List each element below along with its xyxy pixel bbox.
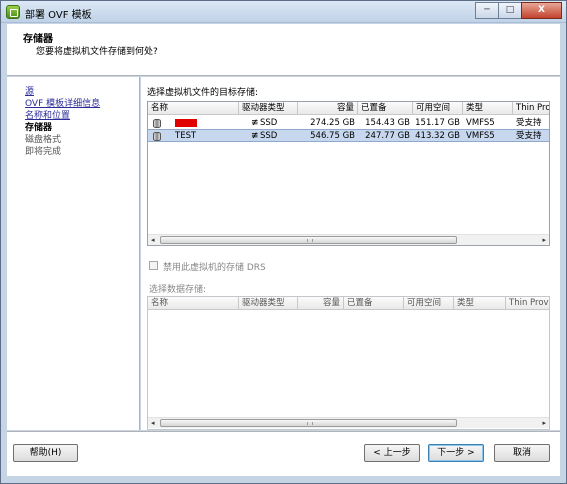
col-name[interactable]: 名称 [148, 297, 239, 310]
cell-capacity: 546.75 GB [310, 131, 355, 141]
redacted-name [175, 119, 197, 127]
datastore-icon [153, 119, 161, 128]
wizard-steps: 源 OVF 模板详细信息 名称和位置 存储器 磁盘格式 即将完成 [7, 77, 140, 430]
disable-drs-label: 禁用此虚拟机的存储 DRS [163, 263, 266, 273]
col-provisioned[interactable]: 已置备 [344, 297, 404, 310]
vsphere-app-icon [6, 5, 20, 19]
storage-table-header: 名称 驱动器类型 容量 已置备 可用空间 类型 Thin Provi [148, 102, 549, 115]
col-provisioned[interactable]: 已置备 [358, 102, 413, 115]
storage-panel: 选择虚拟机文件的目标存储: 名称 驱动器类型 容量 已置备 可用空间 类型 Th… [141, 77, 560, 430]
step-ready-to-complete: 即将完成 [25, 147, 62, 157]
minimize-button[interactable]: ─ [475, 2, 499, 19]
datastore-table-header: 名称 驱动器类型 容量 已置备 可用空间 类型 Thin Provi [148, 297, 549, 310]
disable-drs-checkbox[interactable] [149, 261, 158, 270]
cell-free: 413.32 GB [415, 131, 460, 141]
page-title: 存储器 [23, 34, 53, 45]
ssd-icon: ≢ [251, 131, 259, 141]
cell-type: VMFS5 [466, 131, 495, 141]
col-drive-type[interactable]: 驱动器类型 [239, 297, 298, 310]
scroll-left-arrow-icon[interactable]: ◂ [151, 419, 155, 427]
scroll-right-arrow-icon[interactable]: ▸ [542, 419, 546, 427]
col-drive-type[interactable]: 驱动器类型 [239, 102, 298, 115]
next-button[interactable]: 下一步 > [428, 444, 484, 462]
col-type[interactable]: 类型 [454, 297, 506, 310]
storage-hscrollbar[interactable]: ◂ ▸ [148, 234, 549, 245]
col-thin-provisioning[interactable]: Thin Provi [506, 297, 549, 310]
page-subtitle: 您要将虚拟机文件存储到何处? [36, 47, 158, 57]
datastore-hscrollbar[interactable]: ◂ ▸ [148, 417, 549, 428]
cell-thin: 受支持 [516, 131, 542, 141]
col-free-space[interactable]: 可用空间 [413, 102, 463, 115]
cancel-button[interactable]: 取消 [494, 444, 550, 462]
scroll-thumb[interactable] [160, 236, 457, 244]
wizard-header: 存储器 您要将虚拟机文件存储到何处? [7, 24, 560, 76]
button-bar: 帮助(H) < 上一步 下一步 > 取消 [7, 431, 560, 476]
scroll-right-arrow-icon[interactable]: ▸ [542, 236, 546, 244]
col-type[interactable]: 类型 [463, 102, 513, 115]
col-capacity[interactable]: 容量 [298, 102, 358, 115]
col-free-space[interactable]: 可用空间 [404, 297, 454, 310]
datastore-select-label: 选择数据存储: [149, 285, 207, 295]
storage-table: 名称 驱动器类型 容量 已置备 可用空间 类型 Thin Provi ≢ SSD… [147, 101, 550, 246]
table-row-selected[interactable]: TEST ≢ SSD 546.75 GB 247.77 GB 413.32 GB… [148, 129, 549, 142]
cell-name: TEST [175, 131, 197, 141]
datastore-icon [153, 132, 161, 141]
cell-drive: SSD [260, 131, 278, 141]
deploy-ovf-window: 部署 OVF 模板 ─ □ X 存储器 您要将虚拟机文件存储到何处? 源 OVF… [0, 0, 567, 484]
col-thin-provisioning[interactable]: Thin Provi [513, 102, 549, 115]
close-button[interactable]: X [521, 2, 562, 19]
window-title: 部署 OVF 模板 [25, 10, 92, 21]
back-button[interactable]: < 上一步 [364, 444, 420, 462]
ssd-icon: ≢ [251, 118, 259, 128]
scroll-left-arrow-icon[interactable]: ◂ [151, 236, 155, 244]
storage-select-label: 选择虚拟机文件的目标存储: [147, 88, 259, 98]
col-name[interactable]: 名称 [148, 102, 239, 115]
datastore-table: 名称 驱动器类型 容量 已置备 可用空间 类型 Thin Provi ◂ ▸ [147, 296, 550, 430]
help-button[interactable]: 帮助(H) [13, 444, 78, 462]
cell-provisioned: 247.77 GB [365, 131, 410, 141]
maximize-button[interactable]: □ [498, 2, 522, 19]
scroll-thumb[interactable] [160, 419, 457, 427]
title-bar[interactable]: 部署 OVF 模板 ─ □ X [1, 1, 566, 23]
col-capacity[interactable]: 容量 [298, 297, 344, 310]
